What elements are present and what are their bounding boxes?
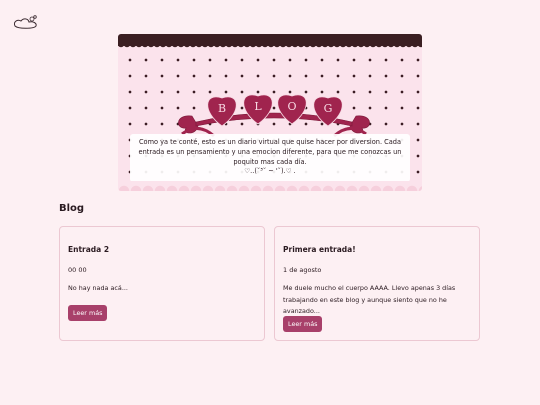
post-card: Entrada 2 00 00 No hay nada acá... Leer …	[59, 226, 265, 341]
read-more-button[interactable]: Leer más	[283, 316, 323, 332]
winged-hearts-logo: B L O G	[178, 94, 370, 138]
site-logo[interactable]	[12, 14, 40, 32]
scalloped-edge	[118, 181, 422, 191]
heart-letter: L	[254, 100, 262, 113]
banner-description-box: Como ya te conté, esto es un diario virt…	[130, 134, 410, 182]
post-excerpt: Me duele mucho el cuerpo AAAA. Llevo ape…	[283, 284, 456, 315]
section-title: Blog	[59, 203, 85, 214]
read-more-button[interactable]: Leer más	[68, 305, 108, 321]
post-date: 1 de agosto	[283, 266, 322, 274]
heart-letter: B	[218, 102, 226, 115]
post-title[interactable]: Entrada 2	[68, 245, 109, 254]
banner-description: Como ya te conté, esto es un diario virt…	[138, 138, 402, 166]
blog-banner: B L O G Como ya te conté, esto es un dia…	[118, 34, 422, 191]
heart-letter: O	[287, 100, 296, 113]
banner-kaomoji: ♡..(˘³˘ ~ '˘).♡ .	[244, 167, 296, 176]
heart-letter: G	[324, 102, 333, 115]
post-excerpt: No hay nada acá...	[68, 284, 128, 292]
post-date: 00 00	[68, 266, 87, 274]
post-title[interactable]: Primera entrada!	[283, 245, 356, 254]
post-card: Primera entrada! 1 de agosto Me duele mu…	[274, 226, 480, 341]
